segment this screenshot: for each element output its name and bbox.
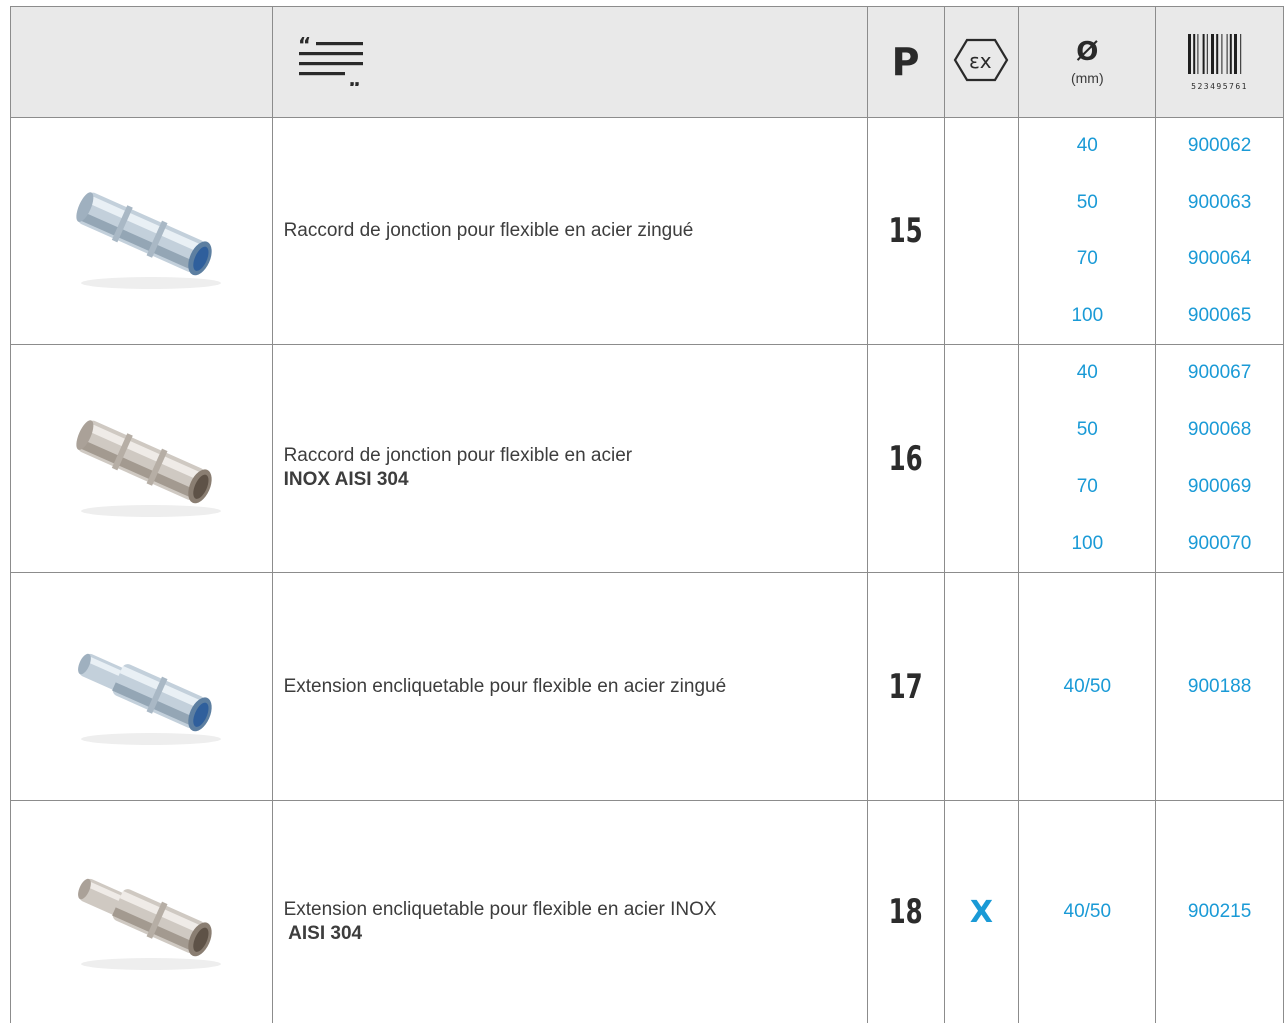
ex-cell [945, 118, 1020, 344]
header-description-cell: “ „ [273, 7, 868, 117]
diameter-value: 40/50 [1063, 901, 1112, 922]
product-description: Raccord de jonction pour flexible en aci… [283, 444, 633, 466]
product-code: 900062 [1187, 135, 1252, 157]
code-cell: 900215 [1156, 801, 1283, 1023]
table-row: Extension encliquetable pour flexible en… [10, 801, 1284, 1023]
product-description: Extension encliquetable pour flexible en… [283, 899, 717, 920]
p-value: 15 [888, 211, 923, 251]
barcode-number: 523495761 [1191, 82, 1248, 91]
product-description-bold: AISI 304 [283, 923, 363, 944]
ex-cell: X [945, 801, 1020, 1023]
header-ex-cell: εx [945, 7, 1020, 117]
p-value: 18 [888, 892, 923, 932]
ex-value: X [969, 894, 994, 930]
p-cell: 16 [868, 345, 945, 572]
diameter-cell: 40/50 [1019, 573, 1157, 800]
diameter-value: 70 [1076, 475, 1098, 497]
product-code: 900188 [1187, 675, 1252, 697]
diameter-value: 70 [1076, 248, 1098, 270]
table-row: Raccord de jonction pour flexible en aci… [10, 345, 1284, 573]
zinc-coupling-photo [11, 118, 273, 344]
product-code: 900065 [1187, 304, 1252, 326]
diameter-cell: 40 50 70 100 [1019, 118, 1157, 344]
diameter-value: 40/50 [1063, 675, 1112, 697]
p-value: 17 [888, 666, 923, 707]
description-cell: Raccord de jonction pour flexible en aci… [273, 345, 868, 572]
p-header-label: P [891, 40, 920, 84]
diameter-value: 100 [1071, 532, 1104, 554]
code-cell: 900188 [1156, 573, 1283, 800]
product-description: Raccord de jonction pour flexible en aci… [283, 220, 694, 241]
diameter-value: 50 [1076, 191, 1098, 213]
p-cell: 15 [868, 118, 945, 344]
description-cell: Extension encliquetable pour flexible en… [273, 801, 868, 1023]
product-code: 900068 [1187, 419, 1252, 441]
table-row: Extension encliquetable pour flexible en… [10, 573, 1284, 801]
barcode-icon [1187, 33, 1253, 80]
diameter-unit: (mm) [1070, 70, 1104, 86]
diameter-cell: 40/50 [1019, 801, 1157, 1023]
diameter-value: 100 [1071, 304, 1104, 326]
product-code: 900215 [1187, 901, 1252, 922]
product-code: 900064 [1187, 248, 1252, 270]
inox-coupling-photo [11, 345, 273, 572]
p-value: 16 [888, 438, 923, 479]
product-code: 900069 [1187, 475, 1252, 497]
header-p-cell: P [868, 7, 945, 117]
diameter-cell: 40 50 70 100 [1019, 345, 1157, 572]
product-code: 900063 [1187, 191, 1252, 213]
p-cell: 18 [868, 801, 945, 1023]
ex-cell [945, 573, 1020, 800]
ex-cell [945, 345, 1020, 572]
diameter-symbol: Ø [1076, 37, 1099, 67]
diameter-value: 40 [1076, 135, 1098, 157]
header-image-cell [11, 7, 273, 117]
header-diameter-cell: Ø (mm) [1019, 7, 1157, 117]
diameter-value: 50 [1076, 419, 1098, 441]
description-cell: Extension encliquetable pour flexible en… [273, 573, 868, 800]
ex-atex-icon: εx [953, 36, 1009, 89]
diameter-value: 40 [1076, 362, 1098, 384]
table-row: Raccord de jonction pour flexible en aci… [10, 118, 1284, 345]
header-barcode-cell: 523495761 [1156, 7, 1283, 117]
quote-text-icon: “ „ [297, 33, 367, 91]
description-cell: Raccord de jonction pour flexible en aci… [273, 118, 868, 344]
product-description: Extension encliquetable pour flexible en… [283, 675, 727, 697]
inox-extension-photo [11, 801, 273, 1023]
product-description-bold: INOX AISI 304 [283, 468, 409, 490]
svg-text:εx: εx [969, 49, 992, 73]
zinc-extension-photo [11, 573, 273, 800]
p-cell: 17 [868, 573, 945, 800]
svg-text:„: „ [348, 67, 361, 86]
code-cell: 900067 900068 900069 900070 [1156, 345, 1283, 572]
product-code: 900067 [1187, 362, 1252, 384]
table-header: “ „ P εx Ø (mm) 523495761 [10, 6, 1284, 118]
code-cell: 900062 900063 900064 900065 [1156, 118, 1283, 344]
product-code: 900070 [1187, 532, 1252, 554]
product-table: “ „ P εx Ø (mm) 523495761 Raccord de jon… [10, 6, 1284, 1023]
